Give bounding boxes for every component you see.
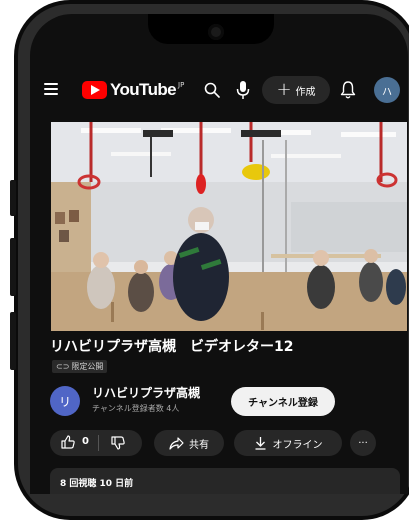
thumbs-down-icon — [111, 436, 125, 450]
share-button[interactable]: 共有 — [154, 430, 224, 456]
youtube-play-icon — [82, 81, 107, 99]
search-icon[interactable] — [204, 82, 220, 98]
visibility-label: 限定公開 — [71, 362, 104, 371]
phone-screen: YouTube JP + 作成 ハ リハビリプラザ高槻 ビデオレター12 ⊂⊃ … — [30, 14, 408, 494]
account-avatar[interactable]: ハ — [374, 77, 400, 103]
thumbs-up-icon — [61, 435, 75, 449]
dislike-button[interactable] — [110, 435, 126, 454]
offline-download-button[interactable]: オフライン — [234, 430, 342, 456]
youtube-logo[interactable]: YouTube JP — [82, 80, 184, 100]
video-title: リハビリプラザ高槻 ビデオレター12 — [50, 339, 294, 355]
phone-volume-up — [10, 238, 16, 296]
more-actions-button[interactable]: ··· — [350, 430, 376, 456]
video-player[interactable] — [51, 122, 407, 331]
subscribe-button[interactable]: チャンネル登録 — [231, 387, 335, 416]
views-and-date: 8 回視聴 10 日前 — [60, 479, 134, 489]
country-code: JP — [178, 81, 185, 89]
app-header: YouTube JP + 作成 ハ — [30, 72, 408, 108]
share-icon — [169, 436, 184, 450]
create-button[interactable]: + 作成 — [262, 76, 330, 104]
notifications-icon[interactable] — [340, 80, 356, 100]
link-icon: ⊂⊃ — [56, 362, 70, 371]
front-camera — [208, 24, 224, 40]
visibility-badge: ⊂⊃ 限定公開 — [52, 360, 108, 373]
phone-mute-switch — [10, 180, 16, 216]
create-label: 作成 — [295, 86, 316, 98]
channel-name[interactable]: リハビリプラザ高槻 — [92, 384, 200, 401]
offline-label: オフライン — [272, 439, 323, 451]
subscriber-count: チャンネル登録者数 4人 — [92, 404, 180, 413]
like-dislike-group: 0 — [50, 430, 142, 456]
microphone-icon[interactable] — [236, 80, 250, 100]
menu-icon[interactable] — [44, 83, 58, 95]
description-box[interactable]: 8 回視聴 10 日前 — [50, 468, 400, 494]
video-frame-image — [51, 122, 407, 331]
share-label: 共有 — [189, 439, 209, 451]
youtube-wordmark: YouTube — [110, 80, 177, 99]
like-count: 0 — [82, 436, 89, 447]
divider — [98, 435, 99, 451]
phone-volume-down — [10, 312, 16, 370]
download-icon — [255, 437, 265, 450]
plus-icon: + — [276, 79, 292, 100]
channel-avatar[interactable]: リ — [50, 386, 80, 416]
more-icon: ··· — [358, 437, 368, 449]
like-button[interactable] — [60, 434, 76, 453]
